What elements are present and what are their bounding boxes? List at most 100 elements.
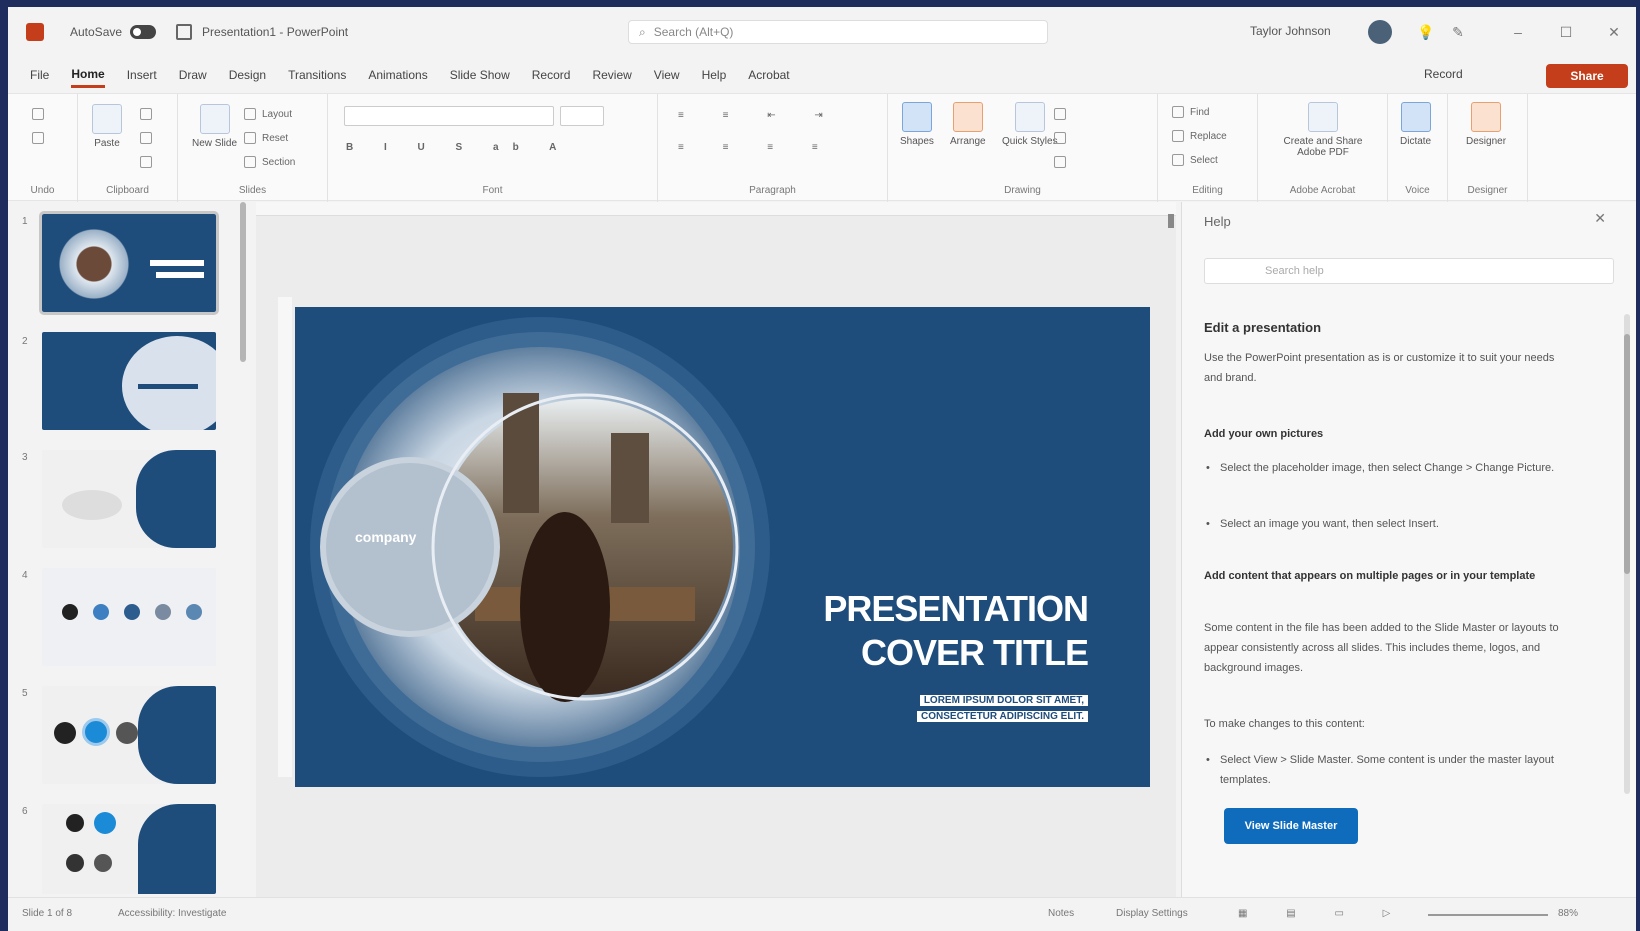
tab-help[interactable]: Help [702, 64, 727, 86]
help-search-input[interactable]: Search help [1204, 258, 1614, 284]
zoom-slider[interactable] [1428, 914, 1548, 916]
tab-file[interactable]: File [30, 64, 49, 86]
tab-insert[interactable]: Insert [127, 64, 157, 86]
search-placeholder: Search (Alt+Q) [653, 25, 734, 39]
tab-acrobat[interactable]: Acrobat [748, 64, 789, 86]
pen-icon[interactable]: ✎ [1448, 22, 1468, 42]
ribbon-group-editing: Find Replace Select Editing [1158, 94, 1258, 202]
close-icon[interactable]: ✕ [1594, 210, 1606, 227]
ribbon-group-voice: Dictate Voice [1388, 94, 1448, 202]
new-slide-button[interactable]: New Slide [192, 104, 237, 149]
ribbon-group-label: Editing [1192, 185, 1223, 196]
redo-icon[interactable] [32, 132, 50, 144]
shapes-label: Shapes [900, 136, 934, 147]
list-buttons[interactable]: ≡ ≡ ⇤ ⇥ [678, 110, 841, 121]
maximize-icon[interactable]: ☐ [1556, 22, 1576, 42]
arrange-icon [952, 102, 983, 132]
thumbnails-scrollbar[interactable] [240, 202, 246, 362]
thumbnail-number: 3 [22, 452, 28, 463]
arrange-label: Arrange [950, 136, 986, 147]
layout-button[interactable]: Layout [244, 108, 292, 120]
cut-icon[interactable] [140, 108, 158, 120]
create-pdf-label: Create and Share Adobe PDF [1283, 136, 1363, 158]
tab-slide-show[interactable]: Slide Show [450, 64, 510, 86]
share-button[interactable]: Share [1546, 64, 1628, 88]
pdf-icon [1308, 102, 1338, 132]
user-name[interactable]: Taylor Johnson [1250, 24, 1331, 38]
autosave-toggle[interactable] [130, 25, 157, 39]
slide-thumbnail-5[interactable] [42, 686, 216, 784]
ribbon-group-label: Undo [30, 185, 55, 196]
display-settings-button[interactable]: Display Settings [1116, 908, 1188, 919]
view-slide-master-button[interactable]: View Slide Master [1224, 808, 1358, 844]
subtitle-line-2: CONSECTETUR ADIPISCING ELIT. [917, 711, 1088, 722]
font-size-dropdown[interactable] [560, 106, 604, 126]
undo-icon[interactable] [32, 108, 50, 120]
zoom-level[interactable]: 88% [1558, 908, 1578, 919]
cover-subtitle[interactable]: LOREM IPSUM DOLOR SIT AMET, CONSECTETUR … [917, 693, 1088, 725]
slide-thumbnail-3[interactable] [42, 450, 216, 548]
powerpoint-window: AutoSave Presentation1 - PowerPoint ⌕ Se… [8, 7, 1636, 931]
close-icon[interactable]: ✕ [1604, 22, 1624, 42]
shapes-button[interactable]: Shapes [900, 102, 934, 147]
quick-styles-button[interactable]: Quick Styles [1002, 102, 1058, 147]
avatar[interactable] [1368, 20, 1392, 44]
thumbnail-number: 6 [22, 806, 28, 817]
save-icon[interactable] [176, 24, 193, 40]
view-buttons[interactable]: ▦ ▤ ▭ ▷ [1238, 908, 1408, 919]
tab-design[interactable]: Design [229, 64, 266, 86]
slide-thumbnail-2[interactable] [42, 332, 216, 430]
help-scrollbar[interactable] [1624, 314, 1630, 794]
thumbnail-number: 4 [22, 570, 28, 581]
help-paragraph-2: Some content in the file has been added … [1204, 622, 1559, 674]
notes-button[interactable]: Notes [1048, 908, 1074, 919]
cover-title[interactable]: PRESENTATION COVER TITLE [823, 587, 1089, 675]
shape-outline-button[interactable] [1054, 132, 1072, 144]
font-family-dropdown[interactable] [344, 106, 554, 126]
slide-thumbnail-4[interactable] [42, 568, 216, 666]
tab-review[interactable]: Review [592, 64, 631, 86]
replace-button[interactable]: Replace [1172, 130, 1227, 142]
paste-label: Paste [94, 138, 120, 149]
ribbon-group-label: Slides [238, 185, 267, 196]
reset-button[interactable]: Reset [244, 132, 288, 144]
editor-scrollbar[interactable] [1168, 214, 1174, 228]
designer-button[interactable]: Designer [1466, 102, 1506, 147]
ribbon-group-slides: New Slide Layout Reset Section Slides [178, 94, 328, 202]
arrange-button[interactable]: Arrange [950, 102, 986, 147]
help-bullet-2: Select an image you want, then select In… [1206, 514, 1574, 534]
search-box[interactable]: ⌕ Search (Alt+Q) [628, 20, 1048, 44]
align-buttons[interactable]: ≡ ≡ ≡ ≡ [678, 142, 836, 153]
accessibility-status[interactable]: Accessibility: Investigate [118, 908, 226, 919]
file-name: Presentation1 - PowerPoint [202, 25, 349, 39]
title-bar: AutoSave Presentation1 - PowerPoint ⌕ Se… [8, 7, 1636, 57]
ribbon-group-clipboard: Paste Clipboard [78, 94, 178, 202]
tab-home[interactable]: Home [71, 63, 105, 88]
new-slide-label: New Slide [192, 138, 238, 149]
shape-effects-button[interactable] [1054, 156, 1072, 168]
tab-record[interactable]: Record [532, 64, 571, 86]
shapes-icon [901, 102, 932, 132]
lightbulb-icon[interactable]: 💡 [1416, 22, 1436, 42]
select-button[interactable]: Select [1172, 154, 1218, 166]
tab-draw[interactable]: Draw [179, 64, 207, 86]
slide-thumbnail-1[interactable] [39, 211, 219, 315]
tab-view[interactable]: View [654, 64, 680, 86]
format-painter-icon[interactable] [140, 156, 158, 168]
section-button[interactable]: Section [244, 156, 295, 168]
find-button[interactable]: Find [1172, 106, 1209, 118]
create-pdf-button[interactable]: Create and Share Adobe PDF [1276, 102, 1370, 158]
ribbon-group-acrobat: Create and Share Adobe PDF Adobe Acrobat [1258, 94, 1388, 202]
current-slide[interactable]: company PRESENTATION COVER TITLE LOREM I… [295, 307, 1150, 787]
font-format-buttons[interactable]: B I U S ab A [346, 142, 570, 153]
quick-styles-icon [1014, 102, 1045, 132]
shape-fill-button[interactable] [1054, 108, 1072, 120]
tab-animations[interactable]: Animations [368, 64, 427, 86]
copy-icon[interactable] [140, 132, 158, 144]
minimize-icon[interactable]: – [1508, 22, 1528, 42]
paste-button[interactable]: Paste [92, 104, 122, 149]
tab-transitions[interactable]: Transitions [288, 64, 346, 86]
slide-thumbnail-6[interactable] [42, 804, 216, 894]
dictate-button[interactable]: Dictate [1400, 102, 1431, 147]
record-button[interactable]: Record [1424, 67, 1463, 81]
